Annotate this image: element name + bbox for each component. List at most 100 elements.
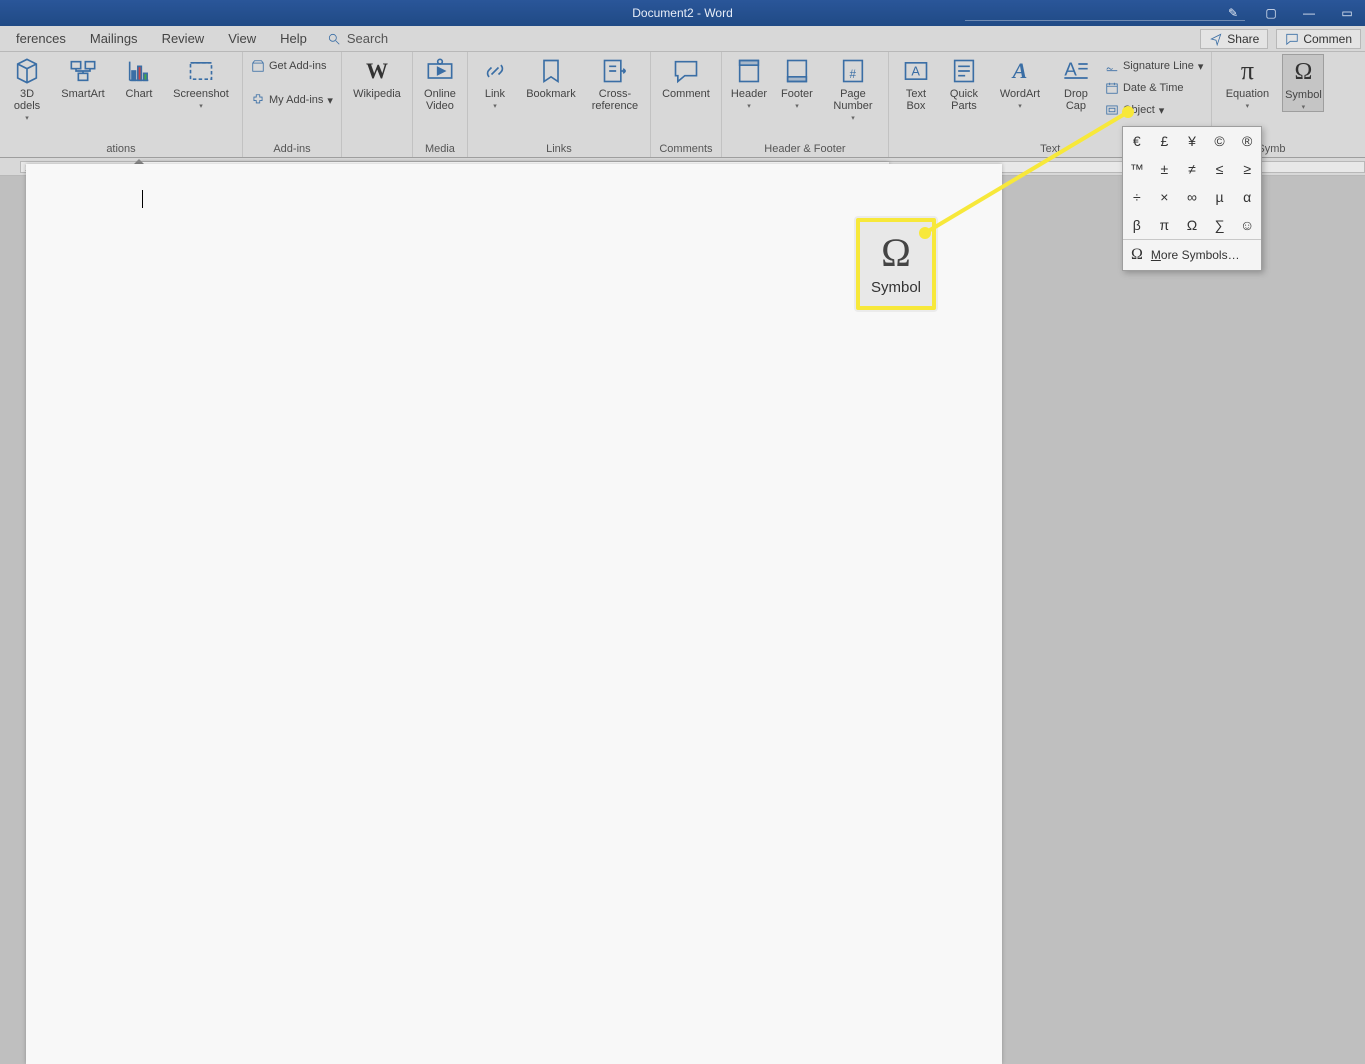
signature-icon (1105, 59, 1119, 73)
search-label: Search (347, 31, 388, 46)
text-cursor (142, 190, 143, 208)
symbol-cell[interactable]: ∑ (1206, 211, 1234, 239)
online-video-button[interactable]: Online Video (419, 54, 461, 112)
symbol-cell[interactable]: ± (1151, 155, 1179, 183)
smartart-button[interactable]: SmartArt (54, 54, 112, 100)
tab-view[interactable]: View (216, 27, 268, 50)
symbol-cell[interactable]: β (1123, 211, 1151, 239)
symbol-cell[interactable]: ☺ (1233, 211, 1261, 239)
pen-icon[interactable]: ✎ (1221, 6, 1245, 20)
get-addins-button[interactable]: Get Add-ins (249, 56, 335, 76)
date-time-button[interactable]: Date & Time (1103, 78, 1205, 98)
equation-button[interactable]: π Equation ▾ (1218, 54, 1276, 110)
drop-cap-button[interactable]: A Drop Cap (1055, 54, 1097, 112)
3d-models-button[interactable]: 3D odels ▾ (6, 54, 48, 122)
chart-button[interactable]: Chart (118, 54, 160, 100)
text-box-icon: A (901, 56, 931, 86)
symbol-cell[interactable]: ÷ (1123, 183, 1151, 211)
calendar-icon (1105, 81, 1119, 95)
store-icon (251, 59, 265, 73)
my-addins-button[interactable]: My Add-ins ▾ (249, 90, 335, 110)
page-number-label: Page Number (833, 88, 872, 112)
drop-cap-label: Drop Cap (1064, 88, 1088, 112)
symbol-cell[interactable]: ≠ (1178, 155, 1206, 183)
callout-label: Symbol (871, 279, 921, 296)
group-comments-label: Comments (657, 143, 715, 157)
group-links-label: Links (474, 143, 644, 157)
quick-parts-button[interactable]: Quick Parts (943, 54, 985, 112)
symbol-cell[interactable]: £ (1151, 127, 1179, 155)
symbol-cell[interactable]: © (1206, 127, 1234, 155)
tab-review[interactable]: Review (150, 27, 217, 50)
symbol-cell[interactable]: µ (1206, 183, 1234, 211)
share-button[interactable]: Share (1200, 29, 1268, 49)
object-icon (1105, 103, 1119, 117)
omega-icon: Ω (1131, 246, 1143, 264)
comment-button[interactable]: Comment (657, 54, 715, 100)
wordart-button[interactable]: A WordArt ▾ (991, 54, 1049, 110)
symbol-cell[interactable]: ≥ (1233, 155, 1261, 183)
symbol-cell[interactable]: × (1151, 183, 1179, 211)
bookmark-label: Bookmark (526, 88, 576, 100)
symbol-cell[interactable]: ™ (1123, 155, 1151, 183)
footer-label: Footer (781, 88, 813, 100)
minimize-button[interactable]: — (1297, 6, 1321, 20)
symbol-grid: €£¥©® ™±≠≤≥ ÷×∞µα βπΩ∑☺ (1123, 127, 1261, 239)
symbol-cell[interactable]: ¥ (1178, 127, 1206, 155)
header-button[interactable]: Header ▾ (728, 54, 770, 110)
chevron-down-icon: ▾ (1246, 102, 1250, 110)
symbol-cell[interactable]: α (1233, 183, 1261, 211)
object-button[interactable]: Object ▾ (1103, 100, 1205, 120)
symbol-cell[interactable]: Ω (1178, 211, 1206, 239)
quick-parts-icon (949, 56, 979, 86)
link-button[interactable]: Link ▾ (474, 54, 516, 110)
tab-mailings[interactable]: Mailings (78, 27, 150, 50)
page-number-button[interactable]: # Page Number ▾ (824, 54, 882, 122)
tab-references[interactable]: ferences (4, 27, 78, 50)
symbol-button[interactable]: Ω Symbol ▾ (1282, 54, 1324, 112)
screenshot-button[interactable]: Screenshot ▾ (166, 54, 236, 110)
chevron-down-icon: ▾ (1159, 104, 1165, 117)
wikipedia-button[interactable]: W Wikipedia (348, 54, 406, 100)
symbol-cell[interactable]: ® (1233, 127, 1261, 155)
cross-reference-button[interactable]: Cross- reference (586, 54, 644, 112)
group-header-footer: Header ▾ Footer ▾ # Page Number ▾ Header… (722, 52, 889, 157)
symbol-cell[interactable]: π (1151, 211, 1179, 239)
signature-line-label: Signature Line (1123, 60, 1194, 72)
document-title: Document2 - Word (632, 6, 732, 20)
maximize-button[interactable]: ▭ (1335, 6, 1359, 20)
symbol-cell[interactable]: € (1123, 127, 1151, 155)
comments-label: Commen (1303, 32, 1352, 46)
3d-models-icon (12, 56, 42, 86)
symbol-dropdown: €£¥©®™±≠≤≥÷×∞µαβπΩ∑☺ Ω More Symbols… (1122, 126, 1262, 271)
group-header-footer-label: Header & Footer (728, 143, 882, 157)
signature-line-button[interactable]: Signature Line ▾ (1103, 56, 1205, 76)
chevron-down-icon: ▾ (327, 94, 333, 107)
comments-button[interactable]: Commen (1276, 29, 1361, 49)
group-comments: Comment Comments (651, 52, 722, 157)
comment-icon (1285, 32, 1299, 46)
header-label: Header (731, 88, 767, 100)
quick-parts-label: Quick Parts (950, 88, 978, 112)
tab-help[interactable]: Help (268, 27, 319, 50)
get-addins-label: Get Add-ins (269, 60, 326, 72)
group-illustrations: 3D odels ▾ SmartArt Chart Screenshot ▾ a… (0, 52, 243, 157)
symbol-cell[interactable]: ∞ (1178, 183, 1206, 211)
wordart-icon: A (1005, 56, 1035, 86)
symbol-cell[interactable]: ≤ (1206, 155, 1234, 183)
chevron-down-icon: ▾ (493, 102, 497, 110)
tell-me-box[interactable] (965, 5, 1245, 21)
ribbon-display-icon[interactable]: ▢ (1259, 6, 1283, 20)
bookmark-button[interactable]: Bookmark (522, 54, 580, 100)
more-symbols-button[interactable]: Ω More Symbols… (1123, 239, 1261, 270)
footer-button[interactable]: Footer ▾ (776, 54, 818, 110)
bookmark-icon (536, 56, 566, 86)
object-label: Object (1123, 104, 1155, 116)
text-box-label: Text Box (906, 88, 926, 112)
page-number-icon: # (838, 56, 868, 86)
title-bar: Document2 - Word ✎ ▢ — ▭ (0, 0, 1365, 26)
group-links: Link ▾ Bookmark Cross- reference Links (468, 52, 651, 157)
comment-label: Comment (662, 88, 710, 100)
text-box-button[interactable]: A Text Box (895, 54, 937, 112)
search-box[interactable]: Search (327, 31, 388, 46)
